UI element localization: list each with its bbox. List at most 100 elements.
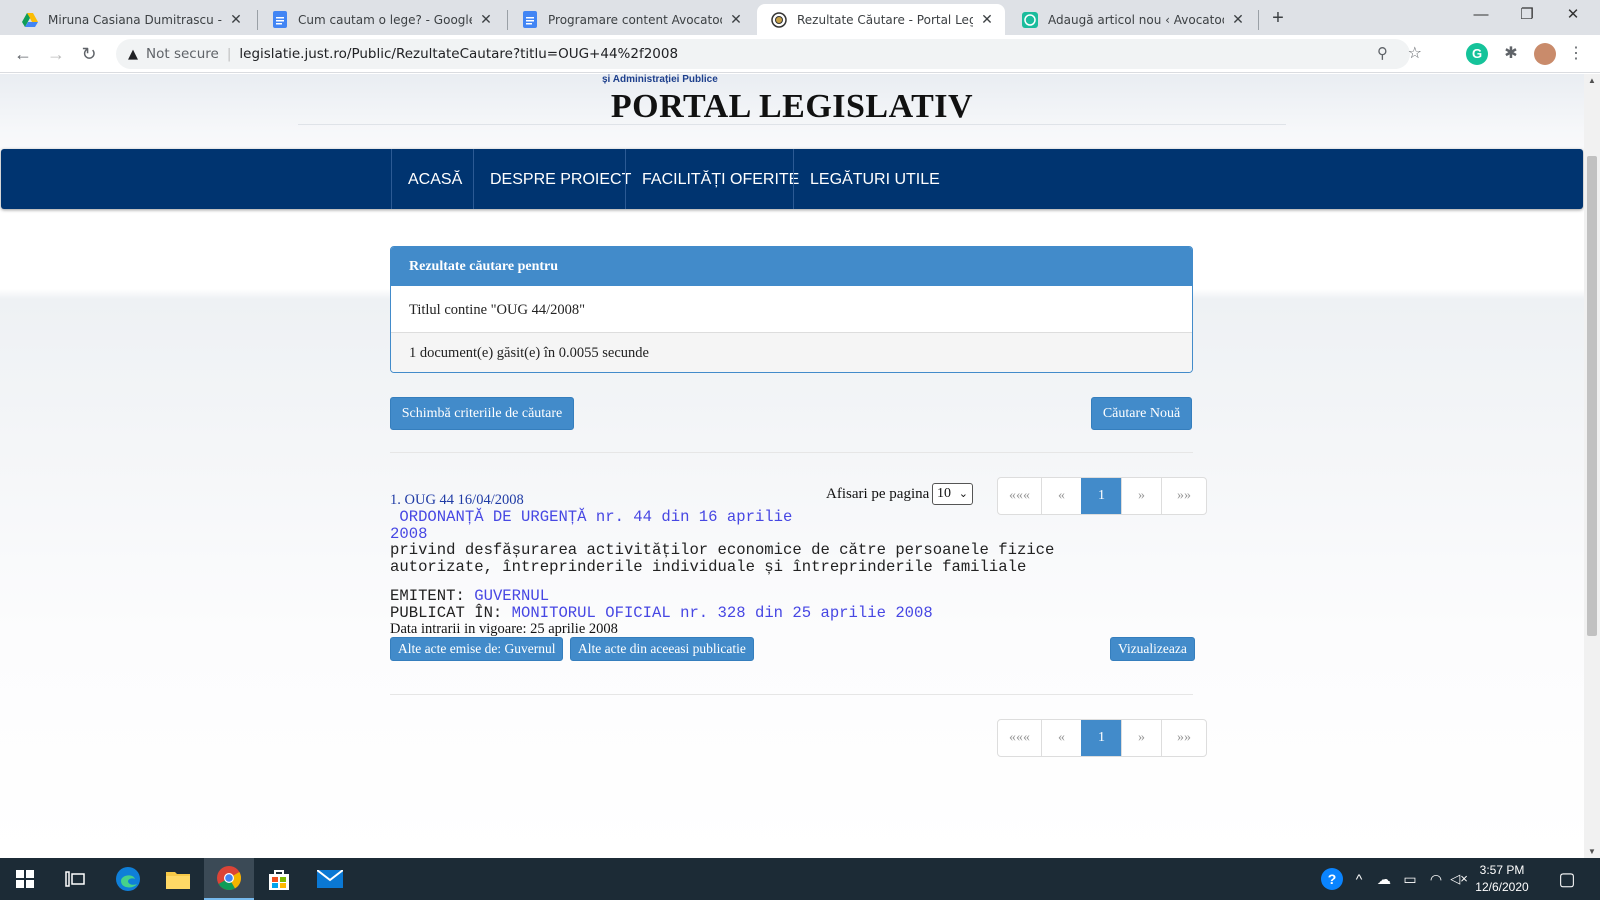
back-arrow-icon[interactable]: ← (10, 41, 36, 67)
wordpress-icon (1022, 11, 1038, 28)
mail-icon[interactable] (305, 858, 355, 900)
result-description: privind desfășurarea activităților econo… (390, 542, 1130, 575)
reload-icon[interactable]: ↻ (76, 41, 102, 67)
browser-tab-bar: Miruna Casiana Dumitrascu - Goo ✕ Cum ca… (0, 0, 1600, 35)
tab-title: Programare content Avocatoo.do (548, 12, 722, 27)
nav-item-despre-proiect[interactable]: DESPRE PROIECT (473, 149, 647, 209)
result-desc-line1: privind desfășurarea activităților econo… (390, 541, 1055, 559)
other-acts-same-publication-button[interactable]: Alte acte din aceeasi publicatie (570, 637, 754, 661)
help-icon[interactable]: ? (1318, 858, 1346, 900)
page-current-button[interactable]: 1 (1081, 720, 1121, 756)
scrollbar-thumb[interactable] (1587, 156, 1597, 636)
clock-date: 12/6/2020 (1475, 880, 1529, 894)
issuer-label: EMITENT: (390, 587, 475, 605)
menu-kebab-icon[interactable]: ⋮ (1565, 43, 1587, 65)
issuer-row: EMITENT: GUVERNUL (390, 588, 1130, 605)
browser-tab-wordpress[interactable]: Adaugă articol nou ‹ Avocatoo — ✕ (1008, 4, 1256, 35)
browser-toolbar: ← → ↻ ▲ Not secure | legislatie.just.ro/… (0, 35, 1600, 73)
nav-item-facilitati[interactable]: FACILITĂȚI OFERITE (625, 149, 815, 209)
result-desc-line2: autorizate, întreprinderile individuale … (390, 557, 1027, 576)
result-number[interactable]: 1. OUG 44 16/04/2008 (390, 492, 1130, 509)
other-acts-by-issuer-button[interactable]: Alte acte emise de: Guvernul (390, 637, 564, 661)
google-docs-icon (522, 11, 538, 28)
close-icon[interactable]: ✕ (1230, 11, 1246, 28)
task-view-icon[interactable] (50, 858, 100, 900)
tray-chevron-up-icon[interactable]: ^ (1348, 858, 1370, 900)
browser-tab-docs-2[interactable]: Programare content Avocatoo.do ✕ (508, 4, 754, 35)
warning-triangle-icon[interactable]: ▲ (128, 47, 138, 62)
publication-link[interactable]: MONITORUL OFICIAL nr. 328 din 25 aprilie… (512, 604, 933, 622)
onedrive-cloud-icon[interactable]: ☁ (1372, 858, 1396, 900)
windows-start-icon[interactable] (0, 858, 50, 900)
portal-crest-icon (771, 11, 787, 28)
effective-date: Data intrarii in vigoare: 25 aprilie 200… (390, 621, 618, 637)
tab-title: Miruna Casiana Dumitrascu - Goo (48, 12, 222, 27)
site-title[interactable]: PORTAL LEGISLATIV (0, 88, 1584, 126)
scroll-up-arrow-icon[interactable]: ▲ (1584, 76, 1600, 85)
chrome-browser-icon[interactable] (204, 858, 254, 900)
profile-avatar[interactable] (1534, 43, 1556, 65)
clock-time: 3:57 PM (1479, 863, 1525, 877)
close-icon[interactable]: ✕ (728, 11, 744, 28)
store-icon[interactable] (254, 858, 304, 900)
notifications-icon[interactable]: ▢ (1552, 858, 1582, 900)
page-scrollbar[interactable]: ▲ ▼ (1584, 74, 1600, 858)
windows-taskbar: ? ^ ☁ ▭ ◠ ◁× 3:57 PM 12/6/2020 ▢ (0, 858, 1600, 900)
google-docs-icon (272, 11, 288, 28)
header-divider (298, 124, 1286, 125)
scroll-down-arrow-icon[interactable]: ▼ (1584, 847, 1600, 856)
published-label: PUBLICAT ÎN: (390, 603, 512, 622)
extensions-puzzle-icon[interactable]: ✱ (1500, 43, 1522, 65)
close-icon[interactable]: ✕ (478, 11, 494, 28)
panel-heading: Rezultate căutare pentru (391, 247, 1192, 286)
close-icon[interactable]: ✕ (979, 11, 995, 28)
result-title-link[interactable]: ORDONANȚĂ DE URGENȚĂ nr. 44 din 16 april… (390, 509, 1130, 542)
browser-tab-drive[interactable]: Miruna Casiana Dumitrascu - Goo ✕ (8, 4, 254, 35)
browser-tab-portal-active[interactable]: Rezultate Căutare - Portal Legisla ✕ (757, 4, 1005, 35)
close-icon[interactable]: ✕ (228, 11, 244, 28)
page-prev-button[interactable]: « (1041, 720, 1081, 756)
edge-browser-icon[interactable] (103, 858, 153, 900)
page-last-button[interactable]: »» (1161, 478, 1206, 514)
restore-icon[interactable]: ❐ (1504, 0, 1550, 32)
minimize-icon[interactable]: — (1458, 0, 1504, 32)
issuer-link[interactable]: GUVERNUL (474, 587, 549, 605)
search-results-panel: Rezultate căutare pentru Titlul contine … (390, 246, 1193, 373)
tab-title: Cum cautam o lege? - Google Do (298, 12, 472, 27)
change-criteria-button[interactable]: Schimbă criteriile de căutare (390, 397, 574, 430)
address-bar[interactable]: ▲ Not secure | legislatie.just.ro/Public… (116, 39, 1422, 69)
battery-icon[interactable]: ▭ (1398, 858, 1422, 900)
result-title-line2[interactable]: 2008 (390, 525, 427, 543)
google-drive-icon (22, 12, 38, 28)
results-summary: 1 document(e) găsit(e) în 0.0055 secunde (391, 333, 1192, 372)
file-explorer-icon[interactable] (153, 858, 203, 900)
divider: | (226, 46, 232, 62)
zoom-icon[interactable]: ⚲ (1377, 44, 1388, 62)
page-next-button[interactable]: » (1121, 720, 1161, 756)
page-last-button[interactable]: »» (1161, 720, 1206, 756)
divider (390, 452, 1193, 453)
search-criteria: Titlul contine "OUG 44/2008" (391, 286, 1192, 333)
nav-item-legaturi-utile[interactable]: LEGĂTURI UTILE (793, 149, 956, 209)
wifi-icon[interactable]: ◠ (1424, 858, 1448, 900)
new-tab-plus-icon[interactable]: + (1264, 5, 1292, 33)
security-label[interactable]: Not secure (146, 46, 219, 62)
pagination-bottom: ««« « 1 » »» (997, 719, 1207, 757)
new-search-button[interactable]: Căutare Nouă (1091, 397, 1192, 430)
taskbar-clock[interactable]: 3:57 PM 12/6/2020 (1466, 862, 1538, 896)
tab-title: Rezultate Căutare - Portal Legisla (797, 12, 973, 27)
main-navbar: ACASĂ DESPRE PROIECT FACILITĂȚI OFERITE … (1, 149, 1583, 209)
result-item: 1. OUG 44 16/04/2008 ORDONANȚĂ DE URGENȚ… (390, 492, 1130, 638)
window-close-icon[interactable]: ✕ (1550, 0, 1596, 32)
url-text[interactable]: legislatie.just.ro/Public/RezultateCauta… (239, 46, 678, 62)
nav-item-acasa[interactable]: ACASĂ (391, 149, 478, 209)
result-title-line1[interactable]: ORDONANȚĂ DE URGENȚĂ nr. 44 din 16 april… (390, 508, 792, 526)
bookmark-star-icon[interactable]: ☆ (1408, 43, 1422, 62)
page-first-button[interactable]: ««« (998, 720, 1041, 756)
browser-tab-docs-1[interactable]: Cum cautam o lege? - Google Do ✕ (258, 4, 504, 35)
ministry-subtitle: și Administrației Publice (602, 74, 718, 85)
forward-arrow-icon[interactable]: → (43, 41, 69, 67)
view-button[interactable]: Vizualizeaza (1110, 637, 1195, 661)
grammarly-extension-icon[interactable]: G (1466, 43, 1488, 65)
tab-title: Adaugă articol nou ‹ Avocatoo — (1048, 12, 1224, 27)
